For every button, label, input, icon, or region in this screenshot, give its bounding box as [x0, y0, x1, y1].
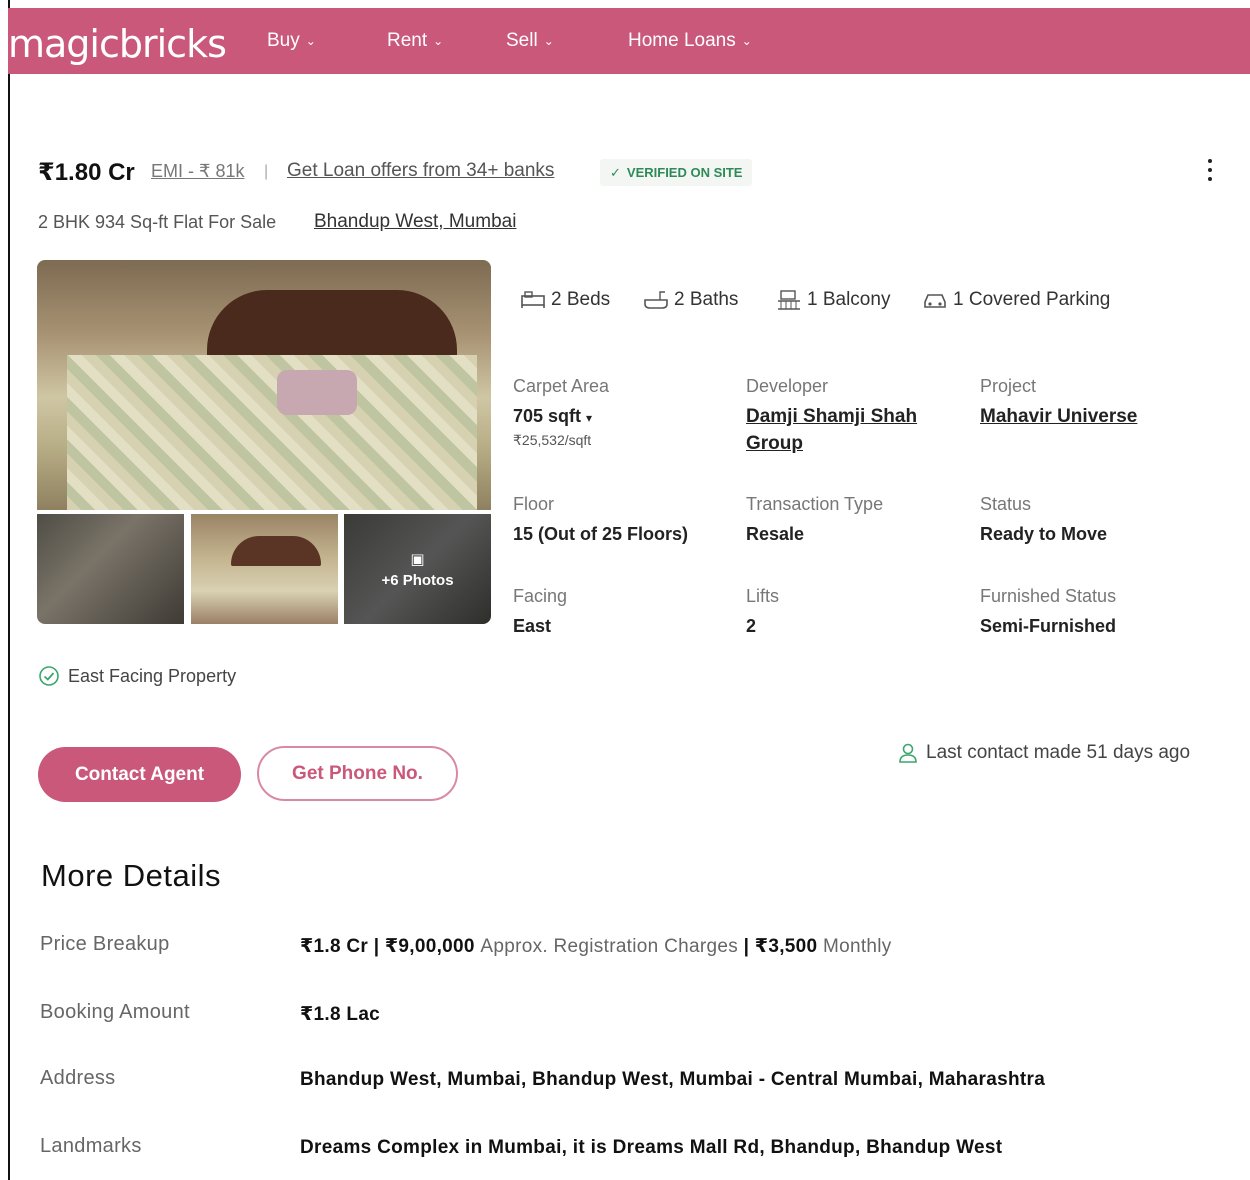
bathtub-icon — [644, 291, 668, 309]
landmarks-label: Landmarks — [40, 1135, 142, 1157]
baths-label: 2 Baths — [674, 289, 739, 310]
check-circle-icon — [39, 666, 59, 686]
loan-offers-link[interactable]: Get Loan offers from 34+ banks — [287, 160, 554, 182]
address-value: Bhandup West, Mumbai, Bhandup West, Mumb… — [300, 1069, 1046, 1090]
beds-amenity: 2 Beds — [519, 288, 610, 312]
balcony-label: 1 Balcony — [807, 289, 891, 310]
listing-location-link[interactable]: Bhandup West, Mumbai — [314, 211, 516, 233]
nav-home-loans[interactable]: Home Loans ⌄ — [628, 30, 752, 52]
nav-buy-label: Buy — [267, 30, 300, 51]
last-contact-info: Last contact made 51 days ago — [898, 742, 1190, 764]
booking-amount-value: ₹1.8 Lac — [300, 1004, 381, 1025]
status-label: Status — [980, 494, 1032, 514]
listing-subtitle: 2 BHK 934 Sq-ft Flat For Sale — [38, 212, 277, 232]
bed-icon — [521, 291, 545, 308]
carpet-area-text: 705 sqft — [513, 406, 582, 426]
price-breakup-value: ₹1.8 Cr | ₹9,00,000 Approx. Registration… — [300, 935, 892, 958]
booking-amount-label: Booking Amount — [40, 1001, 190, 1023]
facing-label: Facing — [513, 586, 568, 606]
chevron-down-icon: ⌄ — [741, 34, 752, 48]
landmarks-value: Dreams Complex in Mumbai, it is Dreams M… — [300, 1137, 1003, 1158]
main-property-photo[interactable] — [37, 260, 491, 510]
more-details-heading: More Details — [41, 858, 221, 893]
chevron-down-icon: ⌄ — [543, 34, 554, 48]
chevron-down-icon[interactable]: ▾ — [586, 411, 592, 425]
emi-link[interactable]: EMI - ₹ 81k — [151, 161, 244, 182]
parking-label: 1 Covered Parking — [953, 289, 1111, 310]
user-icon — [899, 743, 917, 763]
property-photo-thumbnail[interactable] — [191, 514, 338, 624]
car-icon — [924, 294, 946, 308]
developer-name-line2: Group — [746, 433, 803, 454]
balcony-amenity: 1 Balcony — [775, 288, 890, 312]
price-breakup-label: Price Breakup — [40, 933, 170, 955]
verified-badge-label: VERIFIED ON SITE — [626, 165, 743, 180]
more-photos-thumbnail[interactable]: ▣ +6 Photos — [344, 514, 491, 624]
check-icon: ✓ — [610, 164, 621, 180]
project-label: Project — [980, 376, 1037, 396]
floor-value: 15 (Out of 25 Floors) — [513, 524, 689, 544]
more-photos-label: +6 Photos — [381, 571, 454, 589]
page-left-border — [8, 0, 10, 1180]
lifts-label: Lifts — [746, 586, 780, 606]
chevron-down-icon: ⌄ — [433, 34, 444, 48]
transaction-type-label: Transaction Type — [746, 494, 884, 514]
price-per-sqft: ₹25,532/sqft — [513, 432, 592, 448]
property-highlight-label: East Facing Property — [68, 665, 237, 686]
property-highlight: East Facing Property — [38, 665, 236, 687]
listing-price: ₹1.80 Cr — [38, 159, 135, 186]
lifts-value: 2 — [746, 616, 757, 636]
address-label: Address — [40, 1067, 116, 1089]
carpet-area-label: Carpet Area — [513, 376, 610, 396]
project-link[interactable]: Mahavir Universe — [980, 403, 1137, 430]
baths-amenity: 2 Baths — [642, 288, 738, 312]
price-separator: | — [264, 163, 269, 180]
balcony-icon — [778, 290, 800, 310]
carpet-area-value: 705 sqft ▾ — [513, 406, 592, 427]
floor-label: Floor — [513, 494, 555, 514]
furnished-status-label: Furnished Status — [980, 586, 1117, 606]
more-options-icon[interactable] — [1199, 152, 1221, 188]
developer-name-line1: Damji Shamji Shah — [746, 406, 918, 427]
nav-buy[interactable]: Buy ⌄ — [267, 30, 316, 52]
chevron-down-icon: ⌄ — [305, 34, 316, 48]
top-navigation-bar: magicbricks Buy ⌄ Rent ⌄ Sell ⌄ Home Loa… — [8, 8, 1250, 74]
verified-badge: ✓ VERIFIED ON SITE — [600, 159, 753, 186]
furnished-status-value: Semi-Furnished — [980, 616, 1117, 636]
nav-sell-label: Sell — [506, 30, 538, 51]
last-contact-label: Last contact made 51 days ago — [926, 742, 1191, 763]
magicbricks-logo[interactable]: magicbricks — [8, 22, 227, 66]
maintenance-period: Monthly — [822, 936, 892, 957]
property-photo-thumbnail[interactable] — [37, 514, 184, 624]
get-phone-button[interactable]: Get Phone No. — [257, 746, 458, 801]
price-breakup-price: ₹1.8 Cr | ₹9,00,000 — [300, 936, 475, 957]
facing-value: East — [513, 616, 552, 636]
maintenance-amount: | ₹3,500 — [743, 936, 818, 957]
contact-agent-button[interactable]: Contact Agent — [38, 747, 241, 802]
nav-rent-label: Rent — [387, 30, 428, 51]
beds-label: 2 Beds — [551, 289, 611, 310]
parking-amenity: 1 Covered Parking — [921, 288, 1110, 312]
developer-label: Developer — [746, 376, 829, 396]
nav-home-loans-label: Home Loans — [628, 30, 736, 51]
nav-rent[interactable]: Rent ⌄ — [387, 30, 443, 52]
status-value: Ready to Move — [980, 524, 1108, 544]
transaction-type-value: Resale — [746, 524, 805, 544]
nav-sell[interactable]: Sell ⌄ — [506, 30, 554, 52]
gallery-icon: ▣ — [410, 550, 425, 568]
developer-link[interactable]: Damji Shamji Shah Group — [746, 403, 917, 457]
registration-charges-label: Approx. Registration Charges — [480, 936, 739, 957]
